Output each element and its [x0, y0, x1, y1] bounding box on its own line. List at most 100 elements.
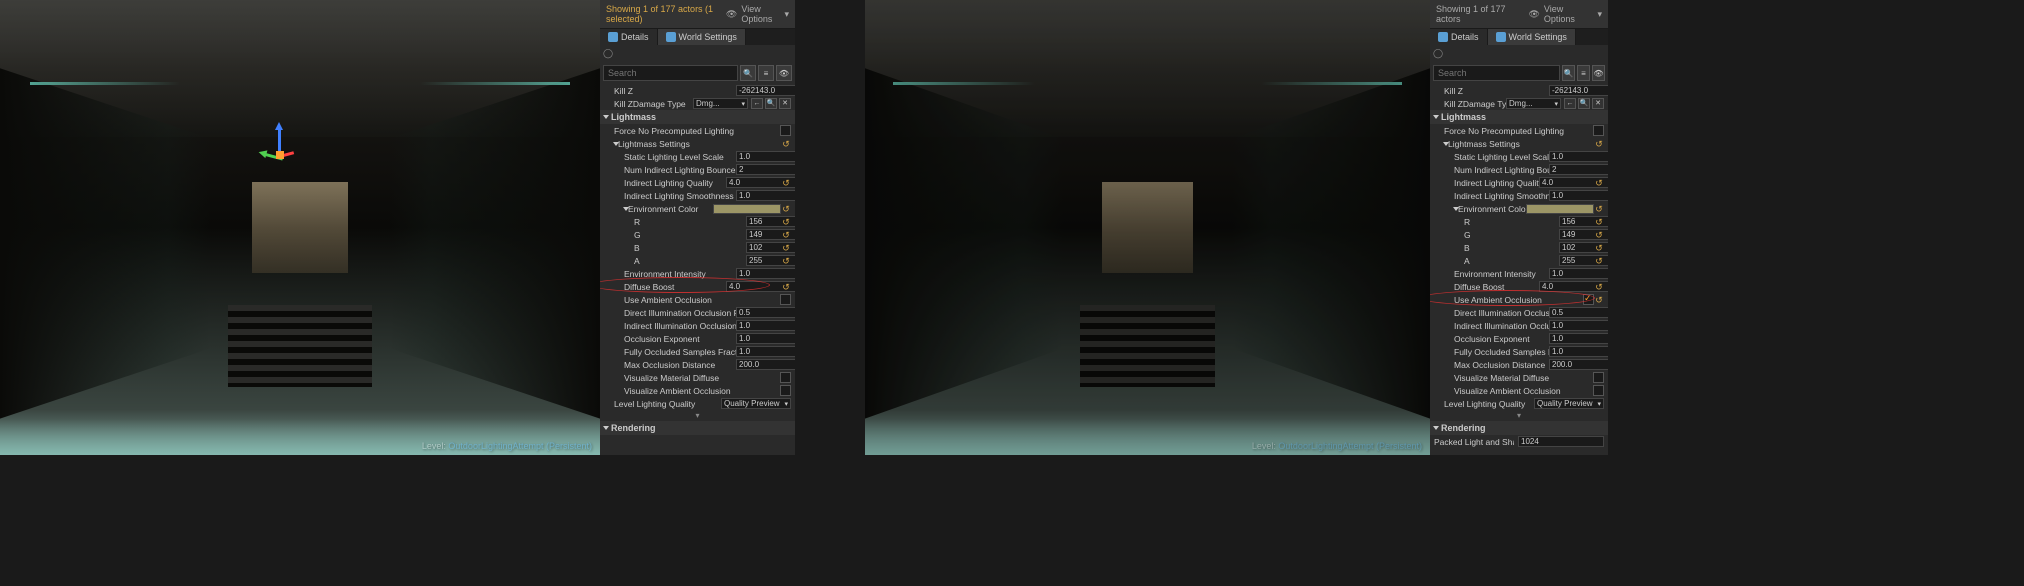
search-icon[interactable]: 🔍: [740, 65, 756, 81]
browse-icon[interactable]: ←: [751, 98, 763, 109]
tab-details[interactable]: Details: [1430, 29, 1488, 45]
reset-icon[interactable]: ↺: [781, 243, 791, 253]
env-intensity-label: Environment Intensity: [624, 269, 736, 279]
viewport-right[interactable]: Level: OutdoorLightingAttempt (Persisten…: [865, 0, 1430, 455]
clear-icon[interactable]: ✕: [1592, 98, 1604, 109]
reset-icon[interactable]: ↺: [1594, 295, 1604, 305]
vis-ao-checkbox[interactable]: [780, 385, 791, 396]
gizmo-origin[interactable]: [276, 151, 284, 159]
tab-details[interactable]: Details: [600, 29, 658, 45]
tab-world-settings[interactable]: World Settings: [658, 29, 746, 45]
direct-ao-label: Direct Illumination Occlusion Frac: [624, 308, 736, 318]
search-input[interactable]: [1433, 65, 1560, 81]
reset-icon[interactable]: ↺: [1594, 178, 1604, 188]
expand-icon[interactable]: [1453, 207, 1459, 211]
filter-icon[interactable]: ≡: [758, 65, 774, 81]
use-ao-checkbox[interactable]: [1583, 294, 1594, 305]
find-icon[interactable]: 🔍: [765, 98, 777, 109]
vis-ao-checkbox[interactable]: [1593, 385, 1604, 396]
reset-icon[interactable]: ↺: [1594, 256, 1604, 266]
transform-gizmo[interactable]: [255, 120, 305, 170]
kill-z-input[interactable]: [736, 85, 795, 96]
reset-icon[interactable]: ↺: [781, 139, 791, 149]
reset-icon[interactable]: ↺: [781, 217, 791, 227]
max-occ-input[interactable]: [736, 359, 795, 370]
reset-icon[interactable]: ↺: [1594, 204, 1604, 214]
details-icon: [608, 32, 618, 42]
g-label: G: [634, 230, 746, 240]
reset-icon[interactable]: ↺: [781, 178, 791, 188]
lock-icon[interactable]: ◯: [1433, 48, 1443, 59]
fully-occ-input[interactable]: [736, 346, 795, 357]
env-intensity-input[interactable]: [736, 268, 795, 279]
level-link[interactable]: OutdoorLightingAttempt (Persistent): [448, 441, 592, 451]
use-ao-checkbox[interactable]: [780, 294, 791, 305]
browse-icon[interactable]: ←: [1564, 98, 1576, 109]
num-bounces-input[interactable]: [736, 164, 795, 175]
tab-world-settings[interactable]: World Settings: [1488, 29, 1576, 45]
lock-icon[interactable]: ◯: [603, 48, 613, 59]
eye-toggle-icon[interactable]: 👁: [1592, 65, 1605, 81]
env-intensity-input[interactable]: [1549, 268, 1608, 279]
force-no-precomp-checkbox[interactable]: [1593, 125, 1604, 136]
reset-icon[interactable]: ↺: [1594, 230, 1604, 240]
expand-icon[interactable]: [613, 142, 619, 146]
color-swatch[interactable]: [1526, 204, 1594, 214]
reset-icon[interactable]: ↺: [781, 256, 791, 266]
level-quality-dropdown[interactable]: Quality Preview: [1534, 398, 1604, 409]
indirect-smooth-input[interactable]: [1549, 190, 1608, 201]
rendering-section[interactable]: Rendering: [600, 421, 795, 435]
search-icon[interactable]: 🔍: [1562, 65, 1575, 81]
force-no-precomp-checkbox[interactable]: [780, 125, 791, 136]
expand-icon[interactable]: [623, 207, 629, 211]
env-intensity-label: Environment Intensity: [1454, 269, 1549, 279]
expand-section-icon[interactable]: ▾: [600, 410, 795, 421]
rendering-section[interactable]: Rendering: [1430, 421, 1608, 435]
kill-zdamage-dropdown[interactable]: Dmg...: [693, 98, 748, 109]
fully-occ-input[interactable]: [1549, 346, 1608, 357]
r-label: R: [1464, 217, 1559, 227]
kill-zdamage-dropdown[interactable]: Dmg...: [1506, 98, 1561, 109]
occ-exp-input[interactable]: [736, 333, 795, 344]
static-scale-input[interactable]: [1549, 151, 1608, 162]
static-scale-input[interactable]: [736, 151, 795, 162]
packed-light-input[interactable]: [1518, 436, 1604, 447]
expand-section-icon[interactable]: ▾: [1430, 410, 1608, 421]
reset-icon[interactable]: ↺: [1594, 282, 1604, 292]
indirect-ao-input[interactable]: [1549, 320, 1608, 331]
expand-icon[interactable]: [1443, 142, 1449, 146]
view-options-button[interactable]: 👁View Options▾: [726, 4, 789, 24]
num-bounces-label: Num Indirect Lighting Bounces: [1454, 165, 1549, 175]
filter-icon[interactable]: ≡: [1577, 65, 1590, 81]
clear-icon[interactable]: ✕: [779, 98, 791, 109]
vis-mat-diff-checkbox[interactable]: [1593, 372, 1604, 383]
reset-icon[interactable]: ↺: [1594, 139, 1604, 149]
viewport-left[interactable]: Level: OutdoorLightingAttempt (Persisten…: [0, 0, 600, 455]
indirect-smooth-input[interactable]: [736, 190, 795, 201]
num-bounces-input[interactable]: [1549, 164, 1608, 175]
search-input[interactable]: [603, 65, 738, 81]
vis-mat-diff-checkbox[interactable]: [780, 372, 791, 383]
reset-icon[interactable]: ↺: [781, 282, 791, 292]
color-swatch[interactable]: [713, 204, 781, 214]
level-quality-dropdown[interactable]: Quality Preview: [721, 398, 791, 409]
view-options-button[interactable]: 👁View Options▾: [1528, 4, 1602, 24]
direct-ao-input[interactable]: [1549, 307, 1608, 318]
lightmass-section[interactable]: Lightmass: [600, 110, 795, 124]
reset-icon[interactable]: ↺: [781, 204, 791, 214]
indirect-ao-input[interactable]: [736, 320, 795, 331]
find-icon[interactable]: 🔍: [1578, 98, 1590, 109]
max-occ-input[interactable]: [1549, 359, 1608, 370]
direct-ao-input[interactable]: [736, 307, 795, 318]
b-label: B: [1464, 243, 1559, 253]
indirect-quality-label: Indirect Lighting Quality: [624, 178, 726, 188]
reset-icon[interactable]: ↺: [781, 230, 791, 240]
kill-z-input[interactable]: [1549, 85, 1608, 96]
lightmass-section[interactable]: Lightmass: [1430, 110, 1608, 124]
level-link[interactable]: OutdoorLightingAttempt (Persistent): [1278, 441, 1422, 451]
eye-toggle-icon[interactable]: 👁: [776, 65, 792, 81]
reset-icon[interactable]: ↺: [1594, 217, 1604, 227]
reset-icon[interactable]: ↺: [1594, 243, 1604, 253]
occ-exp-input[interactable]: [1549, 333, 1608, 344]
a-label: A: [1464, 256, 1559, 266]
